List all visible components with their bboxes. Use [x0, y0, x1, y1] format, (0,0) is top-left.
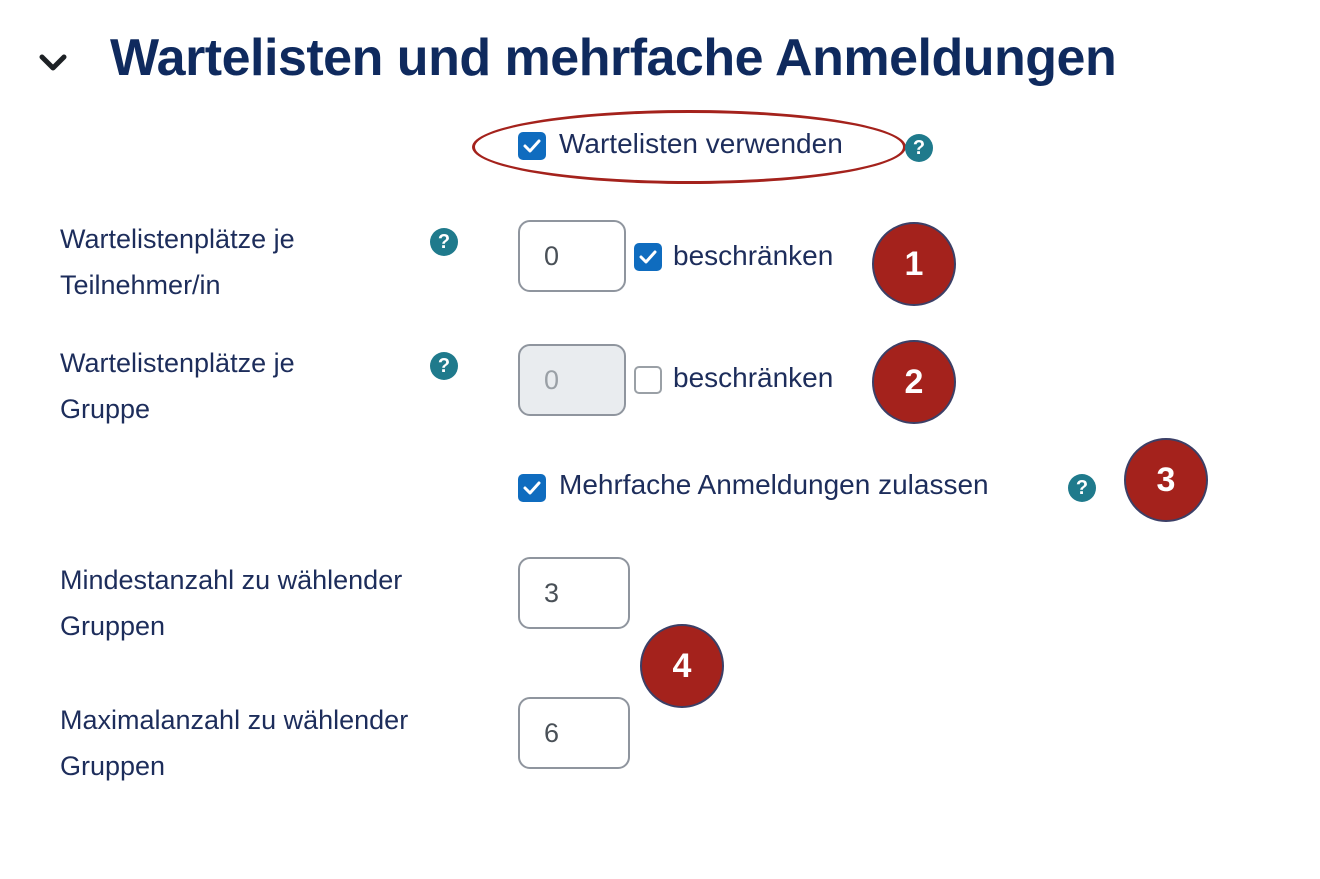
waitlist-per-participant-limit-label[interactable]: beschränken	[673, 240, 833, 272]
max-groups-input[interactable]	[518, 697, 630, 769]
waitlist-per-participant-limit-checkbox[interactable]	[634, 243, 662, 271]
waitlist-per-participant-label: Wartelistenplätze je Teilnehmer/in	[60, 224, 295, 300]
section-title: Wartelisten und mehrfache Anmeldungen	[110, 29, 1117, 87]
annotation-badge-3: 3	[1124, 438, 1208, 522]
min-groups-label: Mindestanzahl zu wählender Gruppen	[60, 565, 403, 641]
help-icon[interactable]: ?	[430, 228, 458, 256]
max-groups-label: Maximalanzahl zu wählender Gruppen	[60, 705, 409, 781]
annotation-badge-1: 1	[872, 222, 956, 306]
waitlist-per-participant-input[interactable]	[518, 220, 626, 292]
min-groups-input[interactable]	[518, 557, 630, 629]
annotation-badge-2: 2	[872, 340, 956, 424]
use-waitlists-checkbox[interactable]	[518, 132, 546, 160]
annotation-badge-4: 4	[640, 624, 724, 708]
multiple-registrations-label[interactable]: Mehrfache Anmeldungen zulassen	[559, 469, 989, 501]
use-waitlists-label[interactable]: Wartelisten verwenden	[559, 128, 843, 160]
help-icon[interactable]: ?	[430, 352, 458, 380]
waitlist-per-group-input	[518, 344, 626, 416]
multiple-registrations-checkbox[interactable]	[518, 474, 546, 502]
settings-page: Wartelisten und mehrfache Anmeldungen Wa…	[0, 0, 1320, 879]
chevron-down-icon[interactable]	[36, 46, 70, 80]
waitlist-per-group-label: Wartelistenplätze je Gruppe	[60, 348, 295, 424]
waitlist-per-group-limit-label[interactable]: beschränken	[673, 362, 833, 394]
help-icon[interactable]: ?	[1068, 474, 1096, 502]
waitlist-per-group-limit-checkbox[interactable]	[634, 366, 662, 394]
help-icon[interactable]: ?	[905, 134, 933, 162]
